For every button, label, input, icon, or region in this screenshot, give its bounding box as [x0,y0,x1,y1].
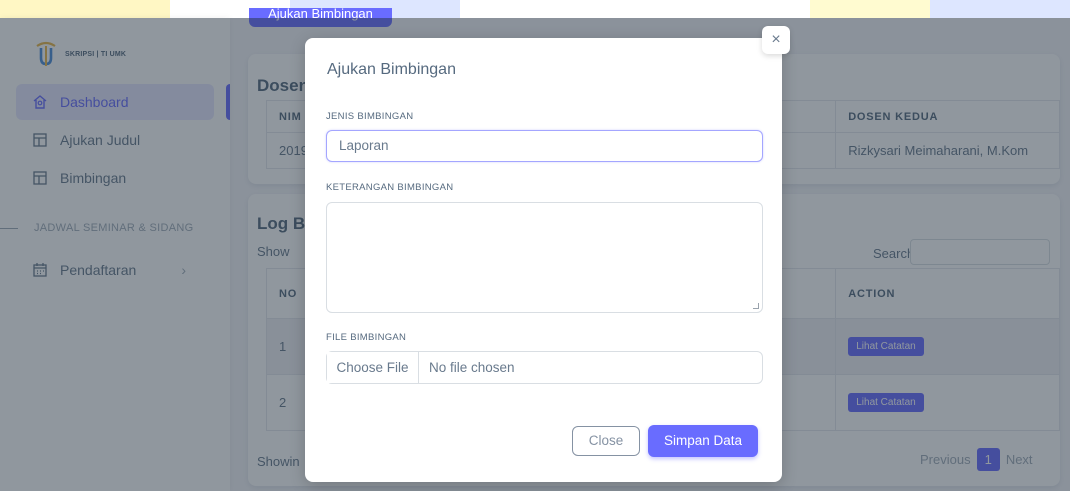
top-decorative-strip [0,0,1070,18]
jenis-bimbingan-label: JENIS BIMBINGAN [326,111,414,122]
resize-handle-icon[interactable] [753,303,759,309]
jenis-bimbingan-input[interactable]: Laporan [326,130,763,162]
close-icon[interactable]: × [762,26,790,54]
keterangan-bimbingan-label: KETERANGAN BIMBINGAN [326,182,454,193]
modal-title: Ajukan Bimbingan [327,61,456,78]
file-bimbingan-input[interactable]: Choose File No file chosen [326,351,763,384]
file-bimbingan-label: FILE BIMBINGAN [326,332,407,343]
ajukan-bimbingan-modal: × Ajukan Bimbingan JENIS BIMBINGAN Lapor… [305,26,790,482]
file-status-text: No file chosen [429,360,515,375]
close-button[interactable]: Close [572,426,640,456]
choose-file-button[interactable]: Choose File [327,352,419,383]
keterangan-bimbingan-textarea[interactable] [326,202,763,313]
simpan-data-button[interactable]: Simpan Data [648,425,758,457]
